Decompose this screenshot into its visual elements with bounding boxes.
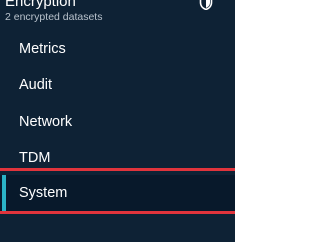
sidebar-item-network[interactable]: Network bbox=[0, 104, 235, 140]
highlight-border-top bbox=[0, 168, 235, 171]
sidebar-item-label: Metrics bbox=[19, 41, 66, 57]
encryption-subtitle: 2 encrypted datasets bbox=[5, 11, 103, 23]
highlight-border-bottom bbox=[0, 211, 235, 214]
sidebar-item-metrics[interactable]: Metrics bbox=[0, 31, 235, 67]
shield-icon bbox=[199, 0, 213, 10]
encryption-title[interactable]: Encryption bbox=[5, 0, 76, 10]
sidebar-item-audit[interactable]: Audit bbox=[0, 67, 235, 103]
sidebar-item-label: Network bbox=[19, 114, 73, 130]
sidebar: Encryption 2 encrypted datasets Metrics … bbox=[0, 0, 235, 242]
selected-indicator bbox=[2, 175, 6, 211]
sidebar-item-label: System bbox=[19, 185, 68, 201]
sidebar-item-label: Audit bbox=[19, 77, 53, 93]
sidebar-item-label: TDM bbox=[19, 150, 51, 166]
sidebar-item-system[interactable]: System bbox=[0, 175, 235, 211]
